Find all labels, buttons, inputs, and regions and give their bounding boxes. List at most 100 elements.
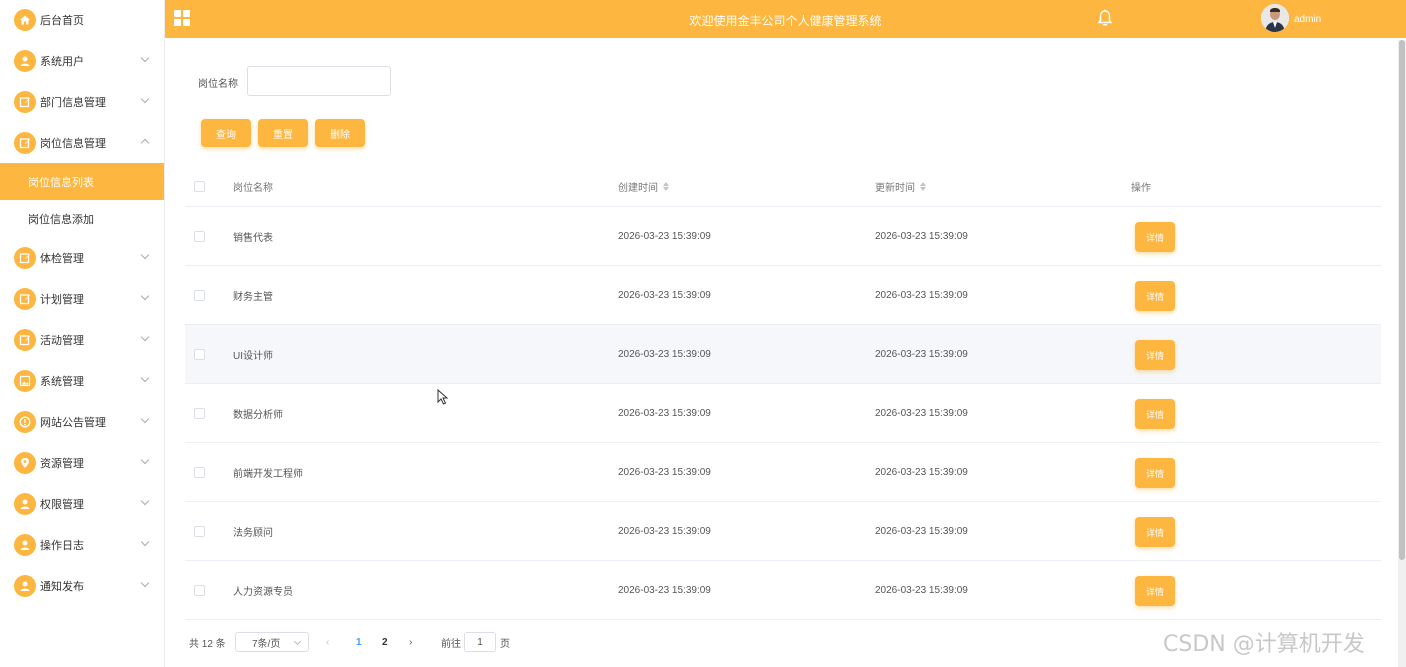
table-row[interactable]: 数据分析师 2026-03-23 15:39:09 2026-03-23 15:39… bbox=[185, 384, 1381, 443]
user-icon bbox=[14, 533, 36, 556]
delete-button[interactable]: 删除 bbox=[315, 119, 365, 147]
table-row[interactable]: 财务主管 2026-03-23 15:39:09 2026-03-23 15:39:… bbox=[185, 266, 1381, 325]
sidebar-item[interactable]: 系统用户 bbox=[0, 40, 164, 81]
scrollbar-thumb[interactable] bbox=[1399, 40, 1405, 560]
edit-icon bbox=[14, 287, 36, 310]
edit-icon bbox=[14, 131, 36, 154]
column-header-created[interactable]: 创建时间 bbox=[618, 166, 669, 206]
cell-created-time: 2026-03-23 15:39:09 bbox=[618, 466, 711, 478]
username[interactable]: admin bbox=[1294, 14, 1321, 25]
prev-page-button[interactable]: ‹ bbox=[326, 632, 329, 652]
cell-job-name: 人力资源专员 bbox=[233, 586, 293, 598]
detail-button[interactable]: 详情 bbox=[1135, 340, 1175, 370]
sidebar-item[interactable]: 后台首页 bbox=[0, 0, 164, 40]
sidebar-item-label: 部门信息管理 bbox=[40, 96, 106, 109]
chevron-down-icon bbox=[293, 637, 302, 646]
sidebar-item[interactable]: 资源管理 bbox=[0, 442, 164, 483]
page-suffix-label: 页 bbox=[500, 638, 510, 650]
chevron-down-icon bbox=[140, 53, 150, 63]
cell-created-time: 2026-03-23 15:39:09 bbox=[618, 230, 711, 242]
reset-button[interactable]: 重置 bbox=[258, 119, 308, 147]
cell-job-name: UI设计师 bbox=[233, 350, 273, 362]
chevron-down-icon bbox=[140, 496, 150, 506]
query-button[interactable]: 查询 bbox=[201, 119, 251, 147]
cell-job-name: 法务顾问 bbox=[233, 527, 273, 539]
chevron-down-icon bbox=[140, 250, 150, 260]
table-row[interactable]: UI设计师 2026-03-23 15:39:09 2026-03-23 15:39… bbox=[185, 325, 1381, 384]
sidebar-item-label: 权限管理 bbox=[40, 498, 84, 511]
table-row[interactable]: 人力资源专员 2026-03-23 15:39:09 2026-03-23 15:3… bbox=[185, 561, 1381, 620]
job-name-search-input[interactable] bbox=[247, 66, 391, 96]
page-size-value: 7条/页 bbox=[252, 638, 281, 650]
detail-button[interactable]: 详情 bbox=[1135, 517, 1175, 547]
column-header-operation: 操作 bbox=[1131, 182, 1151, 194]
sidebar-item[interactable]: 活动管理 bbox=[0, 319, 164, 360]
system-title: 欢迎使用金丰公司个人健康管理系统 bbox=[689, 14, 882, 28]
detail-button[interactable]: 详情 bbox=[1135, 576, 1175, 606]
table-header: 岗位名称 创建时间 更新时间 操作 bbox=[185, 166, 1381, 207]
chevron-down-icon bbox=[140, 578, 150, 588]
goto-page-input[interactable] bbox=[464, 632, 496, 652]
job-table: 岗位名称 创建时间 更新时间 操作 销售代表 2026-03-23 15:39:0… bbox=[185, 166, 1381, 620]
next-page-button[interactable]: › bbox=[409, 632, 412, 652]
row-checkbox[interactable] bbox=[194, 584, 205, 596]
sidebar-item-label: 后台首页 bbox=[40, 15, 84, 27]
sidebar-item[interactable]: 体检管理 bbox=[0, 237, 164, 278]
row-checkbox[interactable] bbox=[194, 525, 205, 537]
pagination-total: 共 12 条 bbox=[189, 638, 226, 650]
cell-job-name: 财务主管 bbox=[233, 291, 273, 303]
submenu-item[interactable]: 岗位信息列表 bbox=[0, 163, 164, 200]
sort-icon[interactable] bbox=[920, 181, 926, 191]
table-row[interactable]: 销售代表 2026-03-23 15:39:09 2026-03-23 15:39:… bbox=[185, 207, 1381, 266]
sidebar-item[interactable]: 岗位信息管理 bbox=[0, 122, 164, 163]
cell-updated-time: 2026-03-23 15:39:09 bbox=[875, 407, 968, 419]
top-header: 欢迎使用金丰公司个人健康管理系统 admin bbox=[165, 0, 1406, 38]
detail-button[interactable]: 详情 bbox=[1135, 399, 1175, 429]
sidebar-item-label: 岗位信息管理 bbox=[40, 137, 106, 150]
sidebar-item[interactable]: 通知发布 bbox=[0, 565, 164, 606]
sidebar-item[interactable]: 计划管理 bbox=[0, 278, 164, 319]
row-checkbox[interactable] bbox=[194, 230, 205, 242]
page-number-2[interactable]: 2 bbox=[382, 632, 388, 652]
home-icon bbox=[14, 9, 36, 31]
page-size-select[interactable]: 7条/页 bbox=[235, 632, 309, 652]
chevron-down-icon bbox=[140, 455, 150, 465]
sidebar-item-label: 计划管理 bbox=[40, 293, 84, 306]
table-row[interactable]: 法务顾问 2026-03-23 15:39:09 2026-03-23 15:39:… bbox=[185, 502, 1381, 561]
sidebar-item[interactable]: 系统管理 bbox=[0, 360, 164, 401]
select-all-checkbox[interactable] bbox=[194, 180, 205, 192]
column-header-name: 岗位名称 bbox=[233, 182, 273, 194]
row-checkbox[interactable] bbox=[194, 407, 205, 419]
row-checkbox[interactable] bbox=[194, 289, 205, 301]
sidebar-item-label: 操作日志 bbox=[40, 539, 84, 552]
sidebar-item-label: 系统管理 bbox=[40, 375, 84, 388]
row-checkbox[interactable] bbox=[194, 348, 205, 360]
detail-button[interactable]: 详情 bbox=[1135, 281, 1175, 311]
cell-updated-time: 2026-03-23 15:39:09 bbox=[875, 230, 968, 242]
submenu-item[interactable]: 岗位信息添加 bbox=[0, 200, 164, 237]
user-icon bbox=[14, 49, 36, 72]
cell-job-name: 数据分析师 bbox=[233, 409, 283, 421]
page-number-1[interactable]: 1 bbox=[356, 632, 362, 652]
sidebar-item[interactable]: 操作日志 bbox=[0, 524, 164, 565]
sidebar-item[interactable]: 权限管理 bbox=[0, 483, 164, 524]
goto-label: 前往 bbox=[441, 638, 461, 650]
detail-button[interactable]: 详情 bbox=[1135, 458, 1175, 488]
cell-updated-time: 2026-03-23 15:39:09 bbox=[875, 466, 968, 478]
bell-icon[interactable] bbox=[1097, 9, 1113, 27]
column-header-updated[interactable]: 更新时间 bbox=[875, 166, 926, 206]
cell-created-time: 2026-03-23 15:39:09 bbox=[618, 348, 711, 360]
row-checkbox[interactable] bbox=[194, 466, 205, 478]
user-icon bbox=[14, 574, 36, 597]
chevron-down-icon bbox=[140, 537, 150, 547]
sidebar-item-label: 网站公告管理 bbox=[40, 416, 106, 429]
sidebar-item[interactable]: 网站公告管理 bbox=[0, 401, 164, 442]
chevron-down-icon bbox=[140, 94, 150, 104]
sidebar-item[interactable]: 部门信息管理 bbox=[0, 81, 164, 122]
table-row[interactable]: 前端开发工程师 2026-03-23 15:39:09 2026-03-23 15:… bbox=[185, 443, 1381, 502]
location-icon bbox=[14, 451, 36, 474]
detail-button[interactable]: 详情 bbox=[1135, 222, 1175, 252]
scrollbar[interactable] bbox=[1398, 40, 1406, 667]
user-avatar[interactable] bbox=[1261, 4, 1289, 32]
sort-icon[interactable] bbox=[663, 181, 669, 191]
